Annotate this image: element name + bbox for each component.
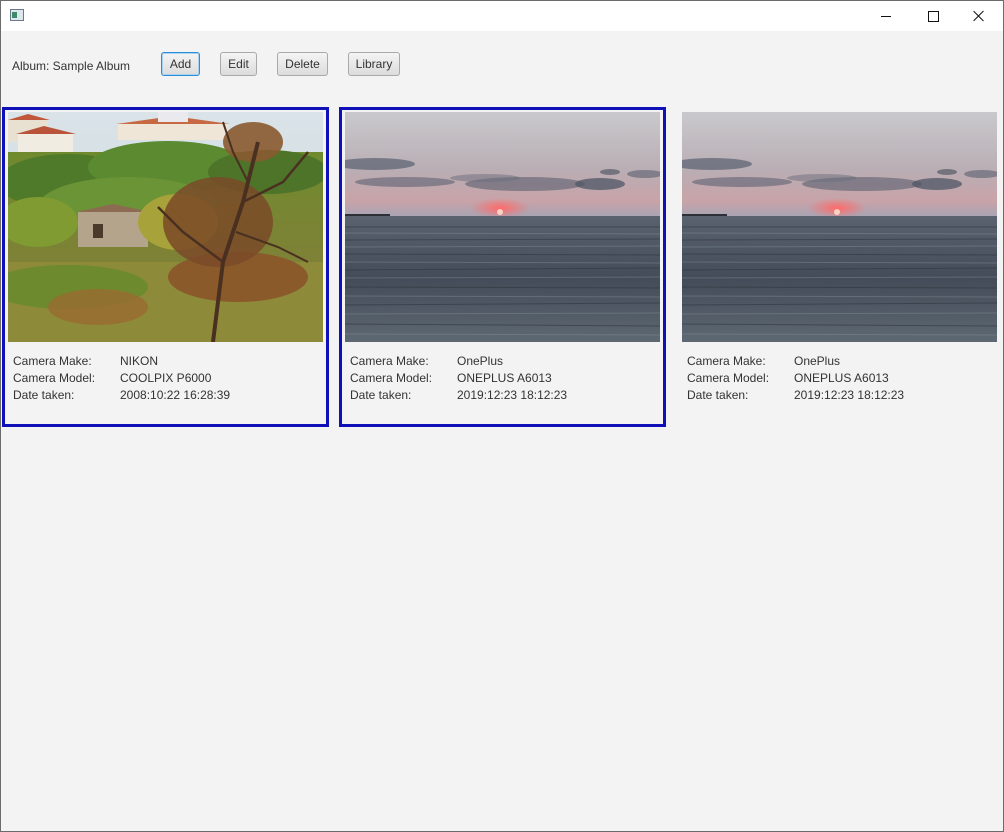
photo-card[interactable]: Camera Make: OnePlus Camera Model: ONEPL… <box>339 107 666 427</box>
camera-model-value: ONEPLUS A6013 <box>457 371 552 385</box>
date-taken-value: 2008:10:22 16:28:39 <box>120 388 231 402</box>
camera-model-row: Camera Model: COOLPIX P6000 <box>13 371 323 388</box>
maximize-icon <box>927 10 939 22</box>
toolbar: Album: Sample Album Add Edit Delete Libr… <box>1 31 1003 91</box>
date-taken-row: Date taken: 2019:12:23 18:12:23 <box>350 388 660 405</box>
photo-metadata: Camera Make: OnePlus Camera Model: ONEPL… <box>350 354 660 405</box>
camera-make-row: Camera Make: OnePlus <box>350 354 660 371</box>
date-taken-row: Date taken: 2008:10:22 16:28:39 <box>13 388 323 405</box>
maximize-button[interactable] <box>910 1 956 31</box>
camera-make-row: Camera Make: NIKON <box>13 354 323 371</box>
photo-thumbnail-countryside <box>8 112 323 342</box>
delete-button[interactable]: Delete <box>277 52 328 76</box>
camera-make-value: NIKON <box>120 354 159 368</box>
photo-card[interactable]: Camera Make: OnePlus Camera Model: ONEPL… <box>676 107 1003 427</box>
camera-model-label: Camera Model: <box>687 371 770 385</box>
camera-model-label: Camera Model: <box>13 371 96 385</box>
camera-make-value: OnePlus <box>457 354 504 368</box>
camera-make-value: OnePlus <box>794 354 841 368</box>
photo-thumbnail-sunset <box>682 112 997 342</box>
minimize-button[interactable] <box>863 1 909 31</box>
add-button[interactable]: Add <box>161 52 200 76</box>
date-taken-row: Date taken: 2019:12:23 18:12:23 <box>687 388 997 405</box>
library-button[interactable]: Library <box>348 52 400 76</box>
close-icon <box>973 10 985 22</box>
camera-model-row: Camera Model: ONEPLUS A6013 <box>687 371 997 388</box>
camera-model-value: COOLPIX P6000 <box>120 371 212 385</box>
photo-metadata: Camera Make: OnePlus Camera Model: ONEPL… <box>687 354 997 405</box>
album-label: Album: Sample Album <box>12 59 131 73</box>
app-window: Album: Sample Album Add Edit Delete Libr… <box>0 0 1004 832</box>
date-taken-value: 2019:12:23 18:12:23 <box>457 388 568 402</box>
camera-make-label: Camera Make: <box>687 354 766 368</box>
camera-make-label: Camera Make: <box>13 354 92 368</box>
app-icon <box>10 9 24 21</box>
photo-thumbnail-sunset <box>345 112 660 342</box>
date-taken-label: Date taken: <box>13 388 75 402</box>
date-taken-label: Date taken: <box>687 388 749 402</box>
minimize-icon <box>881 15 891 17</box>
camera-model-label: Camera Model: <box>350 371 433 385</box>
edit-button[interactable]: Edit <box>220 52 257 76</box>
title-bar <box>1 1 1003 31</box>
close-button[interactable] <box>956 1 1002 31</box>
date-taken-label: Date taken: <box>350 388 412 402</box>
photo-card[interactable]: Camera Make: NIKON Camera Model: COOLPIX… <box>2 107 329 427</box>
photo-metadata: Camera Make: NIKON Camera Model: COOLPIX… <box>13 354 323 405</box>
date-taken-value: 2019:12:23 18:12:23 <box>794 388 905 402</box>
camera-make-row: Camera Make: OnePlus <box>687 354 997 371</box>
camera-model-value: ONEPLUS A6013 <box>794 371 889 385</box>
camera-model-row: Camera Model: ONEPLUS A6013 <box>350 371 660 388</box>
camera-make-label: Camera Make: <box>350 354 429 368</box>
